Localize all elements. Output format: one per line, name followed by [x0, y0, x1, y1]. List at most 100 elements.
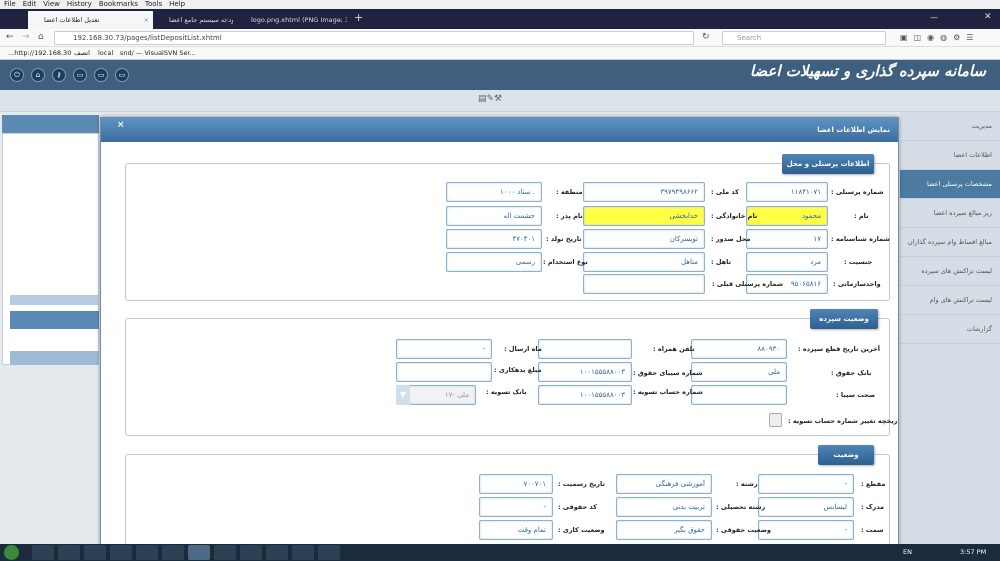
menu-bookmarks[interactable]: Bookmarks [99, 0, 138, 9]
power-icon[interactable]: ⏻ [10, 68, 24, 82]
tab-bar: تعدیل اطلاعات اعضا × ورود به سیستم جامع ا… [0, 9, 1000, 29]
history-button[interactable] [769, 413, 782, 427]
menu-history[interactable]: History [67, 0, 92, 9]
reload-icon[interactable]: ↻ [702, 32, 710, 42]
official-date-field[interactable]: ۷۰۰۷۰۱ [479, 474, 553, 494]
bookmark-item[interactable]: snd/ — VisualSVN Ser... [120, 47, 196, 60]
sidebar-item-personnel[interactable]: مشخصات پرسنلی اعضا [900, 170, 1000, 199]
mobile-field[interactable] [538, 339, 632, 359]
marital-field[interactable]: متاهل [583, 252, 705, 272]
window-close-icon[interactable]: ✕ [984, 12, 992, 22]
new-tab-icon[interactable]: + [354, 11, 363, 24]
tools-icon[interactable]: ▤✎⚒ [478, 94, 502, 104]
region-field[interactable]: ۱۰۰۰ ستاد . [446, 182, 542, 202]
last-date-label: آخرین تاریخ قطع سپرده : [798, 345, 880, 353]
personnel-section: اطلاعات پرسنلی و محل خدمت شماره پرسنلی :… [125, 154, 890, 301]
gender-field[interactable]: مرد [746, 252, 828, 272]
tab-label: logo.png.xhtml (PNG Image, 3 [251, 16, 347, 24]
taskbar-app-icon[interactable] [266, 545, 288, 560]
taskbar-app-icon[interactable] [136, 545, 158, 560]
sidebar-item-members-info[interactable]: اطلاعات اعضا [900, 141, 1000, 170]
national-id-field[interactable]: ۳۹۷۹۴۹۸۶۶۲ [583, 182, 705, 202]
taskbar-firefox-icon[interactable] [188, 545, 210, 560]
first-name-field[interactable]: محمود [746, 206, 828, 226]
taskbar-app-icon[interactable] [214, 545, 236, 560]
taskbar-app-icon[interactable] [162, 545, 184, 560]
mobile-label: تلفن همراه : [653, 345, 695, 353]
sidebar-item-deposit-transactions[interactable]: لیست تراکنش های سپرده [900, 257, 1000, 286]
taskbar-app-icon[interactable] [318, 545, 340, 560]
last-name-field[interactable]: خدابخشی [583, 206, 705, 226]
close-icon[interactable]: × [117, 118, 125, 132]
sidebar-item-loan-transactions[interactable]: لیست تراکنش های وام [900, 286, 1000, 315]
father-name-field[interactable]: حشمت اله [446, 206, 542, 226]
post-field[interactable]: - [758, 520, 854, 540]
employment-type-field[interactable]: رسمی [446, 252, 542, 272]
monitor-icon[interactable]: ▭ [73, 68, 87, 82]
sepa-field[interactable]: ۱۰۰۱۵۵۵۸۸۰۰۳ [538, 362, 632, 382]
search-input[interactable]: Search [722, 31, 886, 45]
grade-field[interactable]: - [758, 474, 854, 494]
taskbar-app-icon[interactable] [240, 545, 262, 560]
laptop-icon[interactable]: ▭ [94, 68, 108, 82]
close-icon[interactable]: × [224, 11, 229, 29]
prev-personnel-field[interactable] [583, 274, 705, 294]
chevron-down-icon[interactable]: ▼ [396, 385, 410, 405]
toolbar-icons[interactable]: ▣◫◉◍⚙☰ [900, 33, 979, 42]
sepa-label: شماره سیبای حقوق : [633, 369, 703, 377]
taskbar-app-icon[interactable] [32, 545, 54, 560]
taskbar-app-icon[interactable] [58, 545, 80, 560]
back-icon[interactable]: ← [6, 32, 14, 42]
forward-icon[interactable]: → [22, 32, 30, 42]
id-number-field[interactable]: ۱۷ [746, 229, 828, 249]
tab-members-edit[interactable]: تعدیل اطلاعات اعضا × [28, 11, 153, 29]
tab-login[interactable]: ورود به سیستم جامع اعضا× [153, 11, 233, 29]
sidebar-item-reports[interactable]: گزارشات [900, 315, 1000, 344]
personnel-number-field[interactable]: ۱۱۸۴۱۰۷۱ [746, 182, 828, 202]
bookmark-item[interactable]: local [98, 47, 113, 60]
close-icon[interactable]: × [144, 11, 149, 29]
degree-field[interactable]: لیسانس [758, 497, 854, 517]
taskbar-app-icon[interactable] [292, 545, 314, 560]
field-label: رشته : [736, 480, 758, 488]
sidebar-item-deposit-details[interactable]: ریز مبالغ سپرده اعضا [900, 199, 1000, 228]
url-input[interactable]: 192.168.30.73/pages/listDepositList.xhtm… [54, 31, 694, 45]
home-icon[interactable]: ⌂ [38, 32, 44, 42]
minimize-icon[interactable]: — [930, 13, 938, 22]
menu-edit[interactable]: Edit [23, 0, 37, 9]
clock[interactable]: 3:57 PM [960, 548, 986, 556]
close-icon[interactable]: × [338, 11, 343, 29]
father-name-label: نام پدر : [556, 212, 583, 220]
settle-account-field[interactable]: ۱۰۰۱۵۵۵۸۸۰۰۳ [538, 385, 632, 405]
taskbar-app-icon[interactable] [84, 545, 106, 560]
menu-help[interactable]: Help [169, 0, 185, 9]
field-field[interactable]: آموزشی فرهنگی [616, 474, 712, 494]
tab-logo[interactable]: logo.png.xhtml (PNG Image, 3 × [235, 11, 347, 29]
last-date-field[interactable]: ۸۸۰۹۳۰ [691, 339, 787, 359]
debt-label: مبلغ بدهکاری : [494, 366, 542, 374]
issue-place-field[interactable]: تویسرکان [583, 229, 705, 249]
key-icon[interactable]: ⚷ [52, 68, 66, 82]
salary-code-field[interactable]: - [479, 497, 553, 517]
salary-bank-field[interactable]: ملی [691, 362, 787, 382]
bookmark-item[interactable]: ...http://192.168.30 [8, 47, 71, 60]
work-status-field[interactable]: تمام وقت [479, 520, 553, 540]
send-month-field[interactable]: - [396, 339, 492, 359]
desktop-icon[interactable]: ▭ [115, 68, 129, 82]
menu-tools[interactable]: Tools [145, 0, 162, 9]
debt-field[interactable] [396, 362, 492, 382]
birth-date-field[interactable]: ۴۷۰۴۰۱ [446, 229, 542, 249]
app-header: ⏻ ⌂ ⚷ ▭ ▭ ▭ سامانه سپرده گذاری و تسهیلات… [0, 60, 1000, 90]
sidebar-item-management[interactable]: مدیریت [900, 112, 1000, 141]
taskbar-app-icon[interactable] [110, 545, 132, 560]
home-icon[interactable]: ⌂ [31, 68, 45, 82]
bookmark-item[interactable]: اتصف [74, 47, 90, 60]
language-indicator[interactable]: EN [903, 548, 912, 556]
sepa-ok-field[interactable] [691, 385, 787, 405]
menu-view[interactable]: View [43, 0, 60, 9]
salary-status-field[interactable]: حقوق بگیر [616, 520, 712, 540]
menu-file[interactable]: File [4, 0, 16, 9]
start-icon[interactable] [4, 545, 19, 560]
edu-field-field[interactable]: تربیت بدنی [616, 497, 712, 517]
sidebar-item-loan-installments[interactable]: مبالغ اقساط وام سپرده گذاران [900, 228, 1000, 257]
